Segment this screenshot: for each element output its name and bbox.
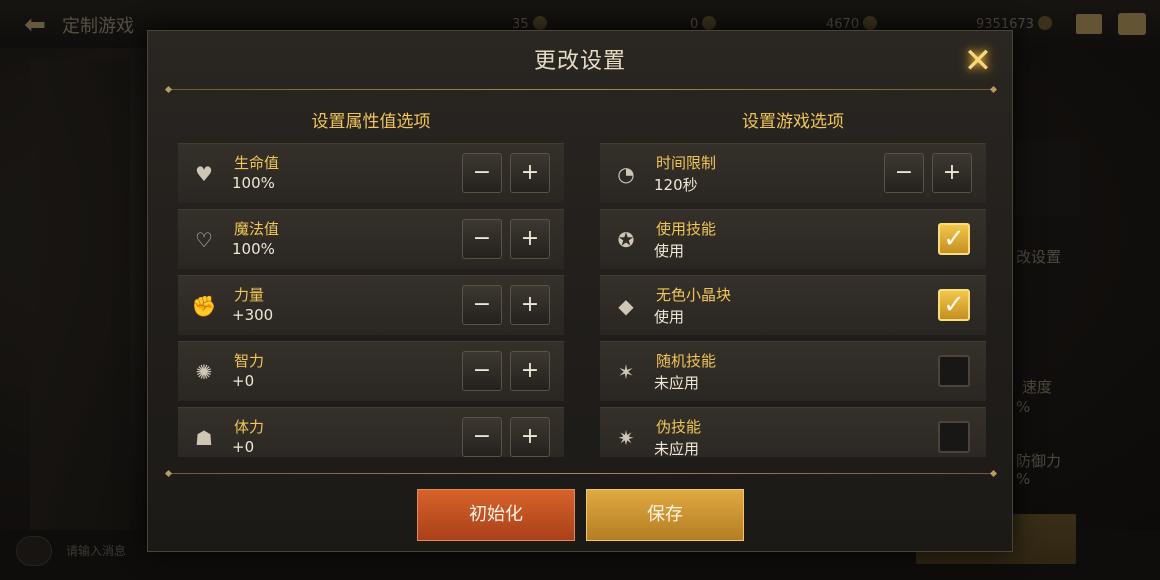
setting-row: ✊ 力量 +300 − + — [178, 275, 564, 335]
reset-button[interactable]: 初始化 — [417, 489, 575, 541]
setting-name: 随机技能 — [656, 352, 717, 370]
setting-increase-button[interactable]: + — [510, 285, 550, 325]
divider — [168, 89, 994, 90]
setting-value: +300 — [232, 306, 274, 324]
save-button[interactable]: 保存 — [586, 489, 744, 541]
setting-row: ♥ 生命值 100% − + — [178, 143, 564, 203]
setting-row: ♡ 魔法值 100% − + — [178, 209, 564, 269]
setting-name: 力量 — [234, 286, 265, 304]
setting-row: ✷ 伪技能未应用 — [600, 407, 986, 457]
setting-value: 未应用 — [654, 374, 700, 392]
intellect-icon: ✺ — [195, 360, 213, 384]
setting-name: 时间限制 — [656, 154, 717, 172]
stamina-body-icon: ☗ — [195, 426, 213, 450]
setting-decrease-button[interactable]: − — [462, 351, 502, 391]
setting-row: ✪ 使用技能使用 ✓ — [600, 209, 986, 269]
setting-decrease-button[interactable]: − — [462, 219, 502, 259]
settings-modal: 更改设置 ✕ 设置属性值选项 设置游戏选项 ♥ 生命值 100% − + ♡ 魔法值 100%… — [147, 30, 1013, 552]
setting-checkbox[interactable] — [938, 421, 970, 453]
modal-title: 更改设置 — [533, 49, 626, 74]
setting-name: 生命值 — [234, 154, 280, 172]
setting-decrease-button[interactable]: − — [462, 285, 502, 325]
random-skill-icon: ✶ — [617, 360, 635, 384]
fake-skill-icon: ✷ — [617, 426, 635, 450]
setting-increase-button[interactable]: + — [510, 219, 550, 259]
setting-decrease-button[interactable]: − — [462, 417, 502, 457]
setting-increase-button[interactable]: + — [932, 153, 972, 193]
setting-row: ✺ 智力 +0 − + — [178, 341, 564, 401]
setting-checkbox[interactable] — [938, 355, 970, 387]
attribute-section-title: 设置属性值选项 — [311, 112, 431, 132]
setting-value: +0 — [232, 372, 255, 390]
setting-value: 未应用 — [654, 440, 700, 457]
setting-row: ◆ 无色小晶块使用 ✓ — [600, 275, 986, 335]
setting-value: +0 — [232, 438, 255, 456]
setting-decrease-button[interactable]: − — [884, 153, 924, 193]
setting-increase-button[interactable]: + — [510, 153, 550, 193]
strength-arm-icon: ✊ — [191, 294, 217, 318]
setting-name: 无色小晶块 — [656, 286, 732, 304]
divider — [168, 473, 994, 474]
crystal-cube-icon: ◆ — [618, 294, 634, 318]
mana-heart-icon: ♡ — [195, 228, 213, 252]
setting-row: ◔ 时间限制 120秒 − + — [600, 143, 986, 203]
setting-increase-button[interactable]: + — [510, 351, 550, 391]
heart-icon: ♥ — [195, 162, 213, 186]
game-option-list[interactable]: ◔ 时间限制 120秒 − + ✪ 使用技能 使用 ✓ ◆ 无色小晶块 使用 ✓ ✶ 随机技能 未应用 ✷ 伪技能… — [600, 143, 986, 457]
setting-name: 智力 — [234, 352, 265, 370]
setting-name: 体力 — [234, 418, 265, 436]
game-option-section-title: 设置游戏选项 — [742, 112, 844, 132]
close-icon[interactable]: ✕ — [956, 39, 1000, 83]
skill-icon: ✪ — [617, 228, 635, 252]
setting-name: 魔法值 — [234, 220, 280, 238]
setting-decrease-button[interactable]: − — [462, 153, 502, 193]
timer-icon: ◔ — [617, 162, 635, 186]
setting-name: 伪技能 — [656, 418, 702, 436]
setting-row: ✶ 随机技能未应用 — [600, 341, 986, 401]
setting-value: 100% — [232, 240, 275, 258]
setting-checkbox[interactable]: ✓ — [938, 223, 970, 255]
setting-value: 120秒 — [654, 176, 698, 194]
setting-value: 100% — [232, 174, 275, 192]
setting-increase-button[interactable]: + — [510, 417, 550, 457]
setting-row: ☗ 体力 +0 − + — [178, 407, 564, 457]
attribute-list[interactable]: ♥ 生命值 100% − + ♡ 魔法值 100% − + ✊ 力量 +300− + ✺ 智力 +0− + ☗ 体力 +… — [178, 143, 564, 457]
setting-value: 使用 — [654, 308, 685, 326]
setting-value: 使用 — [654, 242, 685, 260]
setting-checkbox[interactable]: ✓ — [938, 289, 970, 321]
setting-name: 使用技能 — [656, 220, 717, 238]
